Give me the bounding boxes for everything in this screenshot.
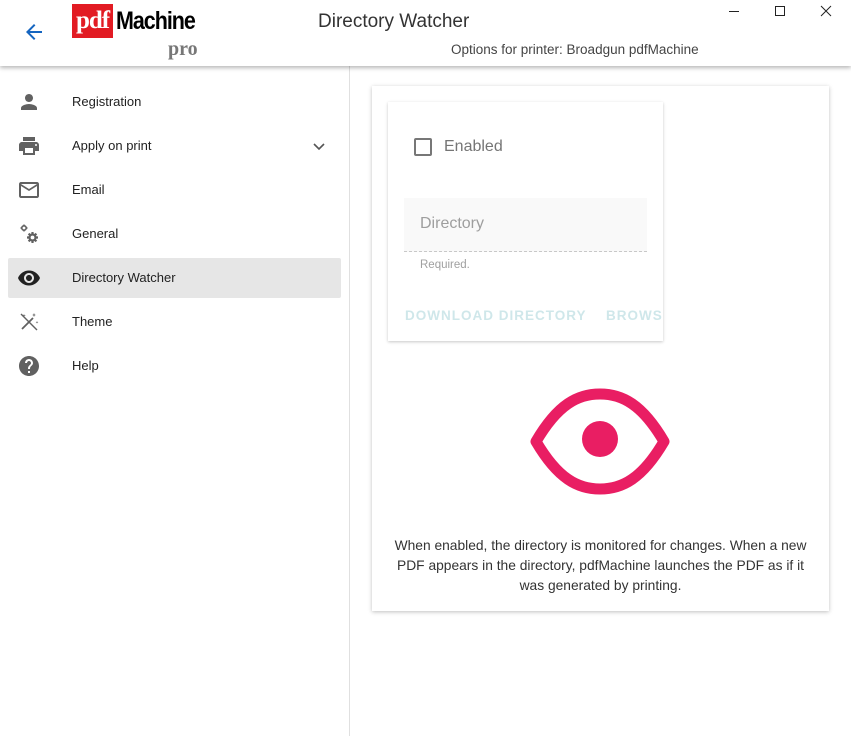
description-text: When enabled, the directory is monitored… (394, 538, 807, 593)
enabled-label: Enabled (444, 138, 503, 155)
sidebar-item-general[interactable]: General (8, 214, 341, 254)
enabled-checkbox[interactable] (414, 138, 432, 156)
eye-illustration-icon (530, 388, 670, 495)
sidebar-item-label: General (72, 226, 119, 241)
mail-icon (19, 182, 39, 198)
enabled-checkbox-row[interactable]: Enabled (414, 136, 503, 158)
settings-form-card: Enabled Directory Required. DOWNLOAD DIR… (388, 102, 663, 341)
pdfmachine-logo: pdf Machine pro (72, 4, 198, 62)
logo-machine-text: Machine (116, 7, 196, 35)
download-directory-button[interactable]: DOWNLOAD DIRECTORY (405, 308, 587, 323)
sidebar-item-label: Directory Watcher (72, 270, 176, 285)
back-button[interactable] (22, 20, 46, 44)
maximize-icon (775, 6, 785, 16)
maximize-button[interactable] (757, 0, 803, 22)
directory-input[interactable]: Directory (404, 198, 647, 252)
sidebar: Registration Apply on print Email Genera… (0, 66, 350, 736)
nav-list: Registration Apply on print Email Genera… (8, 82, 341, 390)
printer-subtitle: Options for printer: Broadgun pdfMachine (451, 42, 699, 57)
printer-icon (19, 137, 39, 155)
browse-button[interactable]: BROWSE (606, 308, 663, 323)
help-icon (19, 356, 39, 376)
logo-pdf-text: pdf (72, 4, 114, 38)
sidebar-item-label: Registration (72, 94, 142, 109)
sidebar-item-label: Help (72, 358, 99, 373)
eye-icon (18, 270, 40, 286)
sidebar-item-apply-on-print[interactable]: Apply on print (8, 126, 341, 166)
minimize-icon (729, 11, 739, 12)
directory-hint: Required. (420, 259, 470, 271)
sidebar-item-directory-watcher[interactable]: Directory Watcher (8, 258, 341, 298)
theme-wand-icon (20, 313, 39, 331)
gears-icon (20, 224, 38, 243)
directory-placeholder: Directory (420, 215, 485, 232)
sidebar-item-email[interactable]: Email (8, 170, 341, 210)
chevron-down-icon[interactable] (307, 134, 331, 158)
person-icon (21, 94, 37, 110)
sidebar-item-theme[interactable]: Theme (8, 302, 341, 342)
app-header: pdf Machine pro Directory Watcher Option… (0, 0, 851, 66)
close-icon (820, 5, 832, 17)
logo-pro-text: pro (168, 38, 198, 60)
sidebar-item-help[interactable]: Help (8, 346, 341, 386)
close-window-button[interactable] (803, 0, 849, 22)
sidebar-item-label: Theme (72, 314, 113, 329)
back-arrow-icon (26, 24, 42, 40)
sidebar-item-label: Email (72, 182, 105, 197)
sidebar-item-label: Apply on print (72, 138, 152, 153)
directory-watcher-card: Enabled Directory Required. DOWNLOAD DIR… (372, 86, 829, 611)
minimize-button[interactable] (711, 0, 757, 22)
page-title: Directory Watcher (318, 11, 470, 32)
sidebar-item-registration[interactable]: Registration (8, 82, 341, 122)
